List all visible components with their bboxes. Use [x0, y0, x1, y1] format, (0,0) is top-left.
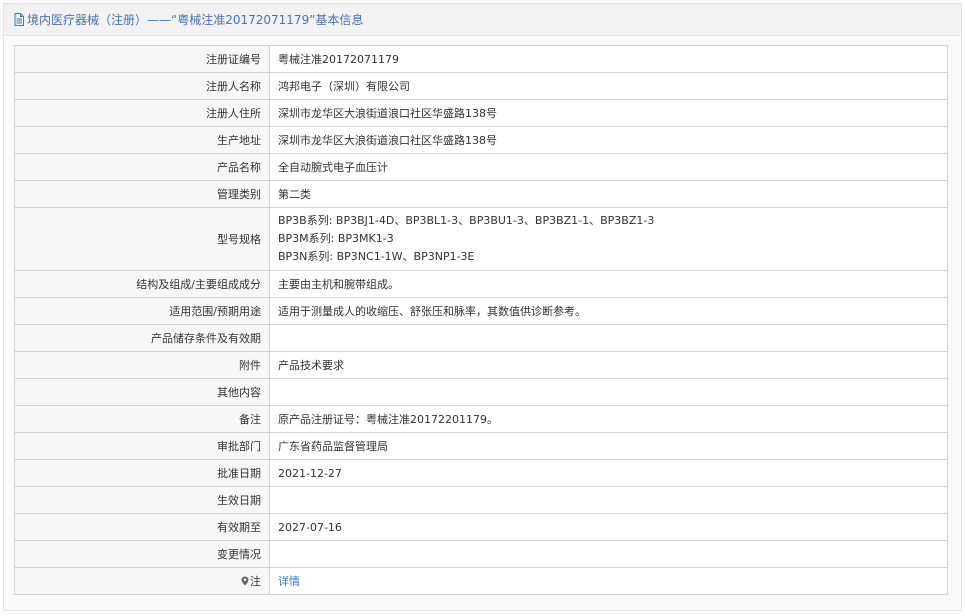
model-spec-value: BP3B系列: BP3BJ1-4D、BP3BL1-3、BP3BU1-3、BP3B… [269, 207, 948, 271]
table-row: 备注 原产品注册证号：粤械注准20172201179。 [14, 405, 948, 433]
field-value: 深圳市龙华区大浪街道浪口社区华盛路138号 [269, 99, 948, 127]
field-value: 广东省药品监督管理局 [269, 432, 948, 460]
table-row: 管理类别 第二类 [14, 180, 948, 208]
field-label: 生效日期 [14, 486, 270, 514]
field-value [269, 486, 948, 514]
model-line: BP3M系列: BP3MK1-3 [278, 232, 394, 245]
table-row: 变更情况 [14, 540, 948, 568]
field-value: 粤械注准20172071179 [269, 45, 948, 73]
note-label-cell: 注 [14, 567, 270, 595]
model-line: BP3B系列: BP3BJ1-4D、BP3BL1-3、BP3BU1-3、BP3B… [278, 214, 655, 227]
table-row: 注册人名称 鸿邦电子（深圳）有限公司 [14, 72, 948, 100]
note-value-cell: 详情 [269, 567, 948, 595]
field-value: 2027-07-16 [269, 513, 948, 541]
field-value: 全自动腕式电子血压计 [269, 153, 948, 181]
field-value [269, 324, 948, 352]
table-row: 产品储存条件及有效期 [14, 324, 948, 352]
model-line: BP3N系列: BP3NC1-1W、BP3NP1-3E [278, 250, 475, 263]
table-row-note: 注 详情 [14, 567, 948, 595]
table-row: 生产地址 深圳市龙华区大浪街道浪口社区华盛路138号 [14, 126, 948, 154]
field-value: 鸿邦电子（深圳）有限公司 [269, 72, 948, 100]
field-label: 附件 [14, 351, 270, 379]
field-value: 深圳市龙华区大浪街道浪口社区华盛路138号 [269, 126, 948, 154]
field-label: 型号规格 [14, 207, 270, 271]
table-row-model: 型号规格 BP3B系列: BP3BJ1-4D、BP3BL1-3、BP3BU1-3… [14, 207, 948, 271]
detail-table: 注册证编号 粤械注准20172071179 注册人名称 鸿邦电子（深圳）有限公司… [14, 45, 948, 595]
field-label: 变更情况 [14, 540, 270, 568]
table-row: 结构及组成/主要组成成分 主要由主机和腕带组成。 [14, 270, 948, 298]
detail-panel: 境内医疗器械（注册）——“粤械注准20172071179”基本信息 注册证编号 … [3, 3, 962, 611]
field-value: 主要由主机和腕带组成。 [269, 270, 948, 298]
table-row: 注册证编号 粤械注准20172071179 [14, 45, 948, 73]
table-row: 注册人住所 深圳市龙华区大浪街道浪口社区华盛路138号 [14, 99, 948, 127]
table-row: 审批部门 广东省药品监督管理局 [14, 432, 948, 460]
table-row: 附件 产品技术要求 [14, 351, 948, 379]
table-row: 适用范围/预期用途 适用于测量成人的收缩压、舒张压和脉率，其数值供诊断参考。 [14, 297, 948, 325]
field-value [269, 540, 948, 568]
note-label: 注 [250, 575, 261, 588]
field-label: 产品储存条件及有效期 [14, 324, 270, 352]
table-row: 有效期至 2027-07-16 [14, 513, 948, 541]
field-label: 注册证编号 [14, 45, 270, 73]
table-row: 批准日期 2021-12-27 [14, 459, 948, 487]
field-label: 其他内容 [14, 378, 270, 406]
field-label: 备注 [14, 405, 270, 433]
field-label: 结构及组成/主要组成成分 [14, 270, 270, 298]
field-label: 审批部门 [14, 432, 270, 460]
field-value: 原产品注册证号：粤械注准20172201179。 [269, 405, 948, 433]
document-icon [14, 13, 24, 26]
table-row: 生效日期 [14, 486, 948, 514]
field-label: 管理类别 [14, 180, 270, 208]
table-row: 其他内容 [14, 378, 948, 406]
field-label: 注册人住所 [14, 99, 270, 127]
field-value [269, 378, 948, 406]
field-label: 有效期至 [14, 513, 270, 541]
field-label: 注册人名称 [14, 72, 270, 100]
field-label: 批准日期 [14, 459, 270, 487]
field-label: 产品名称 [14, 153, 270, 181]
field-label: 生产地址 [14, 126, 270, 154]
table-row: 产品名称 全自动腕式电子血压计 [14, 153, 948, 181]
field-value: 第二类 [269, 180, 948, 208]
map-pin-icon [241, 576, 249, 586]
field-value: 2021-12-27 [269, 459, 948, 487]
details-link[interactable]: 详情 [278, 575, 300, 588]
panel-header: 境内医疗器械（注册）——“粤械注准20172071179”基本信息 [4, 4, 961, 36]
page-title: 境内医疗器械（注册）——“粤械注准20172071179”基本信息 [27, 13, 364, 27]
field-value: 适用于测量成人的收缩压、舒张压和脉率，其数值供诊断参考。 [269, 297, 948, 325]
field-value: 产品技术要求 [269, 351, 948, 379]
field-label: 适用范围/预期用途 [14, 297, 270, 325]
